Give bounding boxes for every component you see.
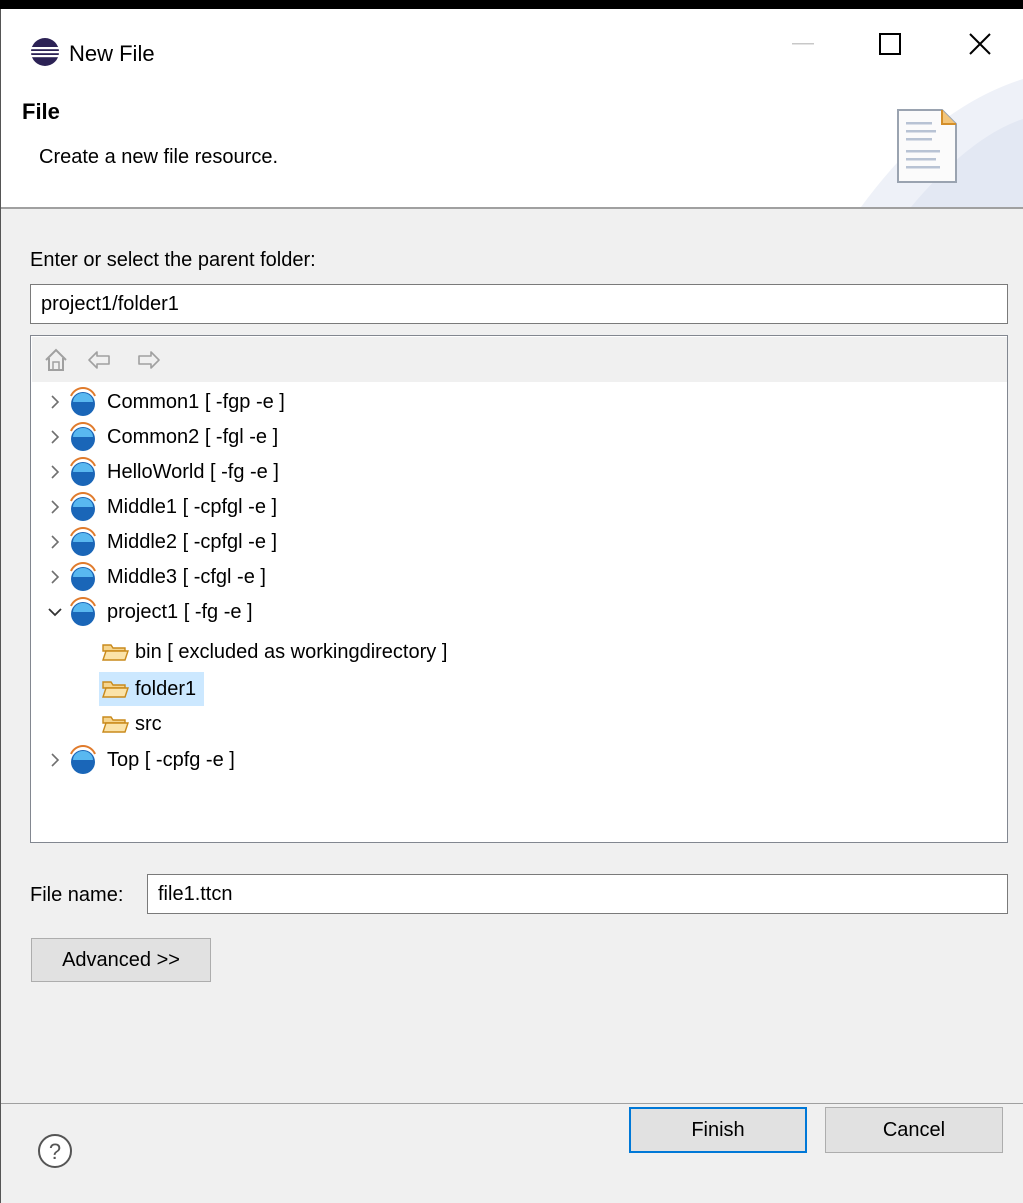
- banner-title: File: [22, 99, 60, 124]
- advanced-button[interactable]: Advanced >>: [31, 938, 211, 982]
- maximize-button[interactable]: [845, 9, 935, 79]
- file-name-input[interactable]: file1.ttcn: [147, 874, 1008, 914]
- project-icon: [70, 422, 96, 451]
- footer-separator: [1, 1103, 1023, 1104]
- wizard-banner: File Create a new file resource.: [1, 79, 1023, 207]
- chevron-right-icon[interactable]: [47, 464, 63, 480]
- tree-item-label: Common2 [ -fgl -e ]: [107, 425, 279, 448]
- minimize-icon: [792, 43, 814, 45]
- new-file-wizard-icon: [897, 109, 957, 183]
- project-icon: [70, 597, 96, 626]
- tree-toolbar: [32, 337, 1007, 382]
- folder-icon: [102, 644, 129, 661]
- tree-item-label: Common1 [ -fgp -e ]: [107, 390, 285, 413]
- advanced-button-label: Advanced >>: [62, 948, 180, 971]
- tree-item-helloworld[interactable]: HelloWorld [ -fg -e ]: [47, 455, 279, 489]
- cancel-button[interactable]: Cancel: [825, 1107, 1003, 1153]
- close-button[interactable]: [935, 9, 1023, 79]
- project-icon: [70, 562, 96, 591]
- cancel-button-label: Cancel: [882, 1118, 946, 1141]
- screen-top-strip: [0, 0, 1023, 9]
- help-icon[interactable]: ?: [37, 1133, 73, 1169]
- project-icon: [70, 527, 96, 556]
- file-name-value: file1.ttcn: [158, 882, 233, 905]
- maximize-icon: [879, 33, 901, 55]
- tree-item-label: HelloWorld [ -fg -e ]: [107, 460, 279, 483]
- project-icon: [70, 492, 96, 521]
- chevron-right-icon[interactable]: [47, 429, 63, 445]
- tree-item-common2[interactable]: Common2 [ -fgl -e ]: [47, 420, 278, 454]
- tree-item-middle1[interactable]: Middle1 [ -cpfgl -e ]: [47, 490, 277, 524]
- parent-folder-label: Enter or select the parent folder:: [30, 249, 316, 271]
- forward-arrow-icon[interactable]: [136, 347, 162, 373]
- tree-item-middle2[interactable]: Middle2 [ -cpfgl -e ]: [47, 525, 277, 559]
- tree-item-top[interactable]: Top [ -cpfg -e ]: [47, 743, 235, 777]
- folder-icon: [102, 681, 129, 698]
- chevron-right-icon[interactable]: [47, 394, 63, 410]
- close-icon: [969, 33, 991, 55]
- eclipse-app-icon: [31, 38, 59, 66]
- banner-description: Create a new file resource.: [39, 146, 279, 168]
- tree-item-project1[interactable]: project1 [ -fg -e ]: [47, 595, 253, 629]
- chevron-right-icon[interactable]: [47, 534, 63, 550]
- tree-item-label: project1 [ -fg -e ]: [107, 600, 253, 623]
- home-icon[interactable]: [43, 347, 69, 373]
- tree-item-label: src: [135, 712, 162, 735]
- new-file-dialog: New File File Create a new file resource…: [0, 0, 1023, 1203]
- parent-folder-input[interactable]: project1/folder1: [30, 284, 1008, 324]
- tree-item-label: Middle2 [ -cpfgl -e ]: [107, 530, 278, 553]
- tree-item-bin[interactable]: bin [ excluded as workingdirectory ]: [99, 636, 453, 668]
- folder-icon: [102, 716, 129, 733]
- finish-button-label: Finish: [691, 1118, 745, 1141]
- folder-tree[interactable]: Common1 [ -fgp -e ] Common2 [ -fgl -e ] …: [30, 335, 1008, 843]
- parent-folder-value: project1/folder1: [41, 292, 179, 315]
- tree-item-label: folder1: [135, 677, 197, 700]
- tree-item-middle3[interactable]: Middle3 [ -cfgl -e ]: [47, 560, 266, 594]
- window-title: New File: [69, 41, 155, 66]
- project-icon: [70, 745, 96, 774]
- back-arrow-icon[interactable]: [86, 347, 112, 373]
- project-icon: [70, 387, 96, 416]
- tree-item-label: Middle1 [ -cpfgl -e ]: [107, 495, 278, 518]
- minimize-button[interactable]: [758, 9, 848, 79]
- chevron-right-icon[interactable]: [47, 752, 63, 768]
- tree-item-label: bin [ excluded as workingdirectory ]: [135, 640, 448, 663]
- tree-item-common1[interactable]: Common1 [ -fgp -e ]: [47, 385, 285, 419]
- finish-button[interactable]: Finish: [629, 1107, 807, 1153]
- project-icon: [70, 457, 96, 486]
- file-name-label: File name:: [30, 884, 124, 906]
- svg-text:?: ?: [49, 1139, 61, 1164]
- chevron-down-icon[interactable]: [47, 604, 63, 620]
- tree-item-folder1[interactable]: folder1: [99, 672, 205, 706]
- chevron-right-icon[interactable]: [47, 569, 63, 585]
- tree-item-label: Top [ -cpfg -e ]: [107, 748, 235, 771]
- tree-item-label: Middle3 [ -cfgl -e ]: [107, 565, 266, 588]
- banner-separator: [1, 207, 1023, 209]
- chevron-right-icon[interactable]: [47, 499, 63, 515]
- tree-item-src[interactable]: src: [99, 708, 168, 740]
